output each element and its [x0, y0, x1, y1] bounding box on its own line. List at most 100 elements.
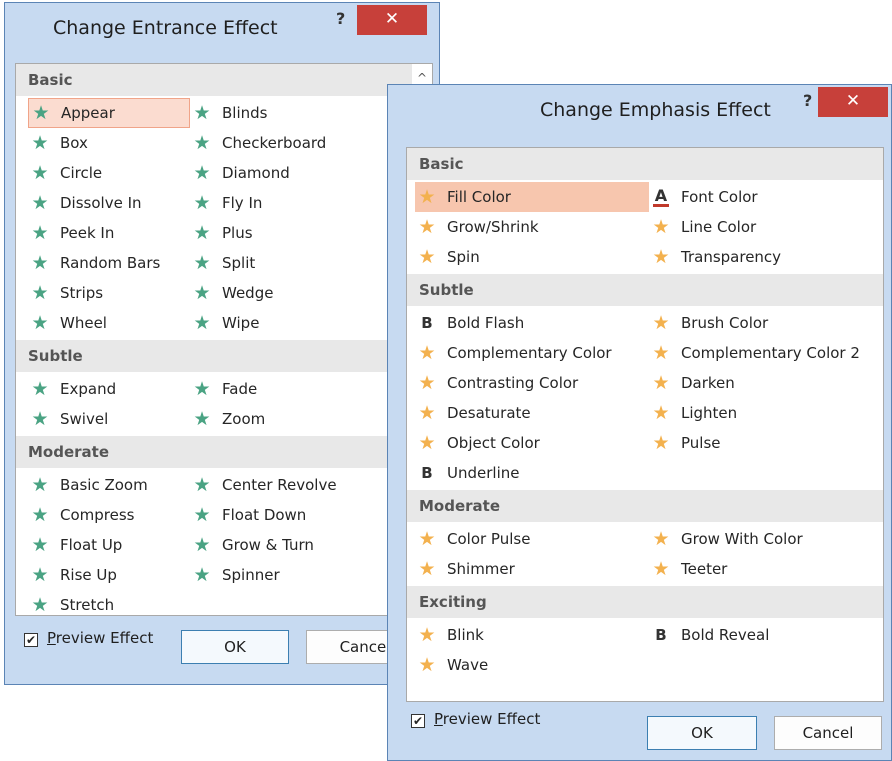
green-star-icon: ★ — [31, 161, 49, 184]
green-star-icon: ★ — [31, 221, 49, 244]
effect-grid: ★ Fill Color A Font Color ★ Grow/Shrink ★ Line … — [407, 180, 883, 274]
effect-item-compress[interactable]: ★ Compress — [28, 500, 190, 530]
green-star-icon: ★ — [31, 191, 49, 214]
effect-item-wave[interactable]: ★ Wave — [415, 650, 649, 680]
effect-item-random-bars[interactable]: ★ Random Bars — [28, 248, 190, 278]
entrance-effect-list[interactable]: ^ Basic ★ Appear ★ Blinds ★ Box ★ Checkerboard ★ C… — [15, 63, 433, 616]
preview-effect-checkbox[interactable]: ✔ — [24, 633, 38, 647]
close-button[interactable]: ✕ — [357, 5, 427, 35]
ok-button[interactable]: OK — [181, 630, 289, 664]
green-star-icon: ★ — [193, 503, 211, 526]
category-header-exciting: Exciting — [407, 586, 883, 618]
orange-star-icon: ★ — [418, 527, 436, 550]
green-star-icon: ★ — [31, 281, 49, 304]
category-header-moderate: Moderate — [407, 490, 883, 522]
green-star-icon: ★ — [31, 593, 49, 616]
effect-item-strips[interactable]: ★ Strips — [28, 278, 190, 308]
effect-item-plus[interactable]: ★ Plus — [190, 218, 380, 248]
effect-label: Basic Zoom — [60, 476, 148, 494]
help-icon[interactable]: ? — [803, 91, 812, 110]
effect-item-complementary-color-2[interactable]: ★ Complementary Color 2 — [649, 338, 879, 368]
effect-item-bold-flash[interactable]: B Bold Flash — [415, 308, 649, 338]
effect-item-spinner[interactable]: ★ Spinner — [190, 560, 380, 590]
effect-item-shimmer[interactable]: ★ Shimmer — [415, 554, 649, 584]
effect-item-stretch[interactable]: ★ Stretch — [28, 590, 190, 616]
green-star-icon: ★ — [193, 473, 211, 496]
entrance-dialog-title: Change Entrance Effect — [53, 17, 278, 39]
effect-item-split[interactable]: ★ Split — [190, 248, 380, 278]
effect-item-desaturate[interactable]: ★ Desaturate — [415, 398, 649, 428]
effect-item-teeter[interactable]: ★ Teeter — [649, 554, 879, 584]
effect-item-expand[interactable]: ★ Expand — [28, 374, 190, 404]
effect-item-darken[interactable]: ★ Darken — [649, 368, 879, 398]
effect-item-checkerboard[interactable]: ★ Checkerboard — [190, 128, 380, 158]
effect-item-basic-zoom[interactable]: ★ Basic Zoom — [28, 470, 190, 500]
effect-item-center-revolve[interactable]: ★ Center Revolve — [190, 470, 380, 500]
preview-effect-label[interactable]: Preview Effect — [434, 710, 540, 728]
effect-label: Contrasting Color — [447, 374, 579, 392]
emphasis-titlebar[interactable]: Change Emphasis Effect ? ✕ — [388, 85, 891, 133]
effect-item-lighten[interactable]: ★ Lighten — [649, 398, 879, 428]
effect-item-float-up[interactable]: ★ Float Up — [28, 530, 190, 560]
orange-star-icon: ★ — [418, 185, 436, 208]
orange-star-icon: ★ — [418, 245, 436, 268]
green-star-icon: ★ — [193, 407, 211, 430]
green-star-icon: ★ — [193, 131, 211, 154]
effect-item-fade[interactable]: ★ Fade — [190, 374, 380, 404]
effect-grid: ★ Appear ★ Blinds ★ Box ★ Checkerboard ★ Circle ★ D… — [16, 96, 432, 340]
orange-star-icon: ★ — [652, 527, 670, 550]
effect-item-spin[interactable]: ★ Spin — [415, 242, 649, 272]
green-star-icon: ★ — [193, 563, 211, 586]
effect-item-appear[interactable]: ★ Appear — [28, 98, 190, 128]
effect-item-float-down[interactable]: ★ Float Down — [190, 500, 380, 530]
effect-item-complementary-color[interactable]: ★ Complementary Color — [415, 338, 649, 368]
effect-item-wipe[interactable]: ★ Wipe — [190, 308, 380, 338]
effect-label: Wipe — [222, 314, 260, 332]
effect-item-peek-in[interactable]: ★ Peek In — [28, 218, 190, 248]
effect-label: Fill Color — [447, 188, 511, 206]
effect-item-brush-color[interactable]: ★ Brush Color — [649, 308, 879, 338]
orange-star-icon: ★ — [652, 431, 670, 454]
effect-label: Fly In — [222, 194, 263, 212]
effect-item-object-color[interactable]: ★ Object Color — [415, 428, 649, 458]
effect-item-blink[interactable]: ★ Blink — [415, 620, 649, 650]
bold-b-icon: B — [655, 625, 667, 644]
effect-item-rise-up[interactable]: ★ Rise Up — [28, 560, 190, 590]
effect-label: Compress — [60, 506, 135, 524]
effect-item-grow-with-color[interactable]: ★ Grow With Color — [649, 524, 879, 554]
effect-item-bold-reveal[interactable]: B Bold Reveal — [649, 620, 879, 650]
effect-item-grow-turn[interactable]: ★ Grow & Turn — [190, 530, 380, 560]
preview-effect-checkbox[interactable]: ✔ — [411, 714, 425, 728]
effect-item-fill-color[interactable]: ★ Fill Color — [415, 182, 649, 212]
effect-item-color-pulse[interactable]: ★ Color Pulse — [415, 524, 649, 554]
effect-item-box[interactable]: ★ Box — [28, 128, 190, 158]
entrance-titlebar[interactable]: Change Entrance Effect ? ✕ — [5, 3, 439, 51]
effect-item-pulse[interactable]: ★ Pulse — [649, 428, 879, 458]
effect-item-line-color[interactable]: ★ Line Color — [649, 212, 879, 242]
help-icon[interactable]: ? — [336, 9, 345, 28]
effect-item-blinds[interactable]: ★ Blinds — [190, 98, 380, 128]
effect-item-underline[interactable]: B Underline — [415, 458, 649, 488]
effect-label: Zoom — [222, 410, 266, 428]
close-button[interactable]: ✕ — [818, 87, 888, 117]
effect-item-fly-in[interactable]: ★ Fly In — [190, 188, 380, 218]
effect-item-circle[interactable]: ★ Circle — [28, 158, 190, 188]
effect-item-contrasting-color[interactable]: ★ Contrasting Color — [415, 368, 649, 398]
effect-item-transparency[interactable]: ★ Transparency — [649, 242, 879, 272]
orange-star-icon: ★ — [418, 431, 436, 454]
emphasis-effect-list[interactable]: Basic ★ Fill Color A Font Color ★ Grow/Shrink ★… — [406, 147, 884, 702]
orange-star-icon: ★ — [418, 215, 436, 238]
ok-button[interactable]: OK — [647, 716, 757, 750]
effect-item-grow-shrink[interactable]: ★ Grow/Shrink — [415, 212, 649, 242]
effect-item-swivel[interactable]: ★ Swivel — [28, 404, 190, 434]
effect-item-dissolve-in[interactable]: ★ Dissolve In — [28, 188, 190, 218]
effect-item-font-color[interactable]: A Font Color — [649, 182, 879, 212]
cancel-button[interactable]: Cancel — [774, 716, 882, 750]
effect-item-zoom[interactable]: ★ Zoom — [190, 404, 380, 434]
preview-effect-label[interactable]: Preview Effect — [47, 629, 153, 647]
green-star-icon: ★ — [193, 101, 211, 124]
effect-item-wheel[interactable]: ★ Wheel — [28, 308, 190, 338]
effect-item-wedge[interactable]: ★ Wedge — [190, 278, 380, 308]
effect-item-diamond[interactable]: ★ Diamond — [190, 158, 380, 188]
orange-star-icon: ★ — [418, 371, 436, 394]
